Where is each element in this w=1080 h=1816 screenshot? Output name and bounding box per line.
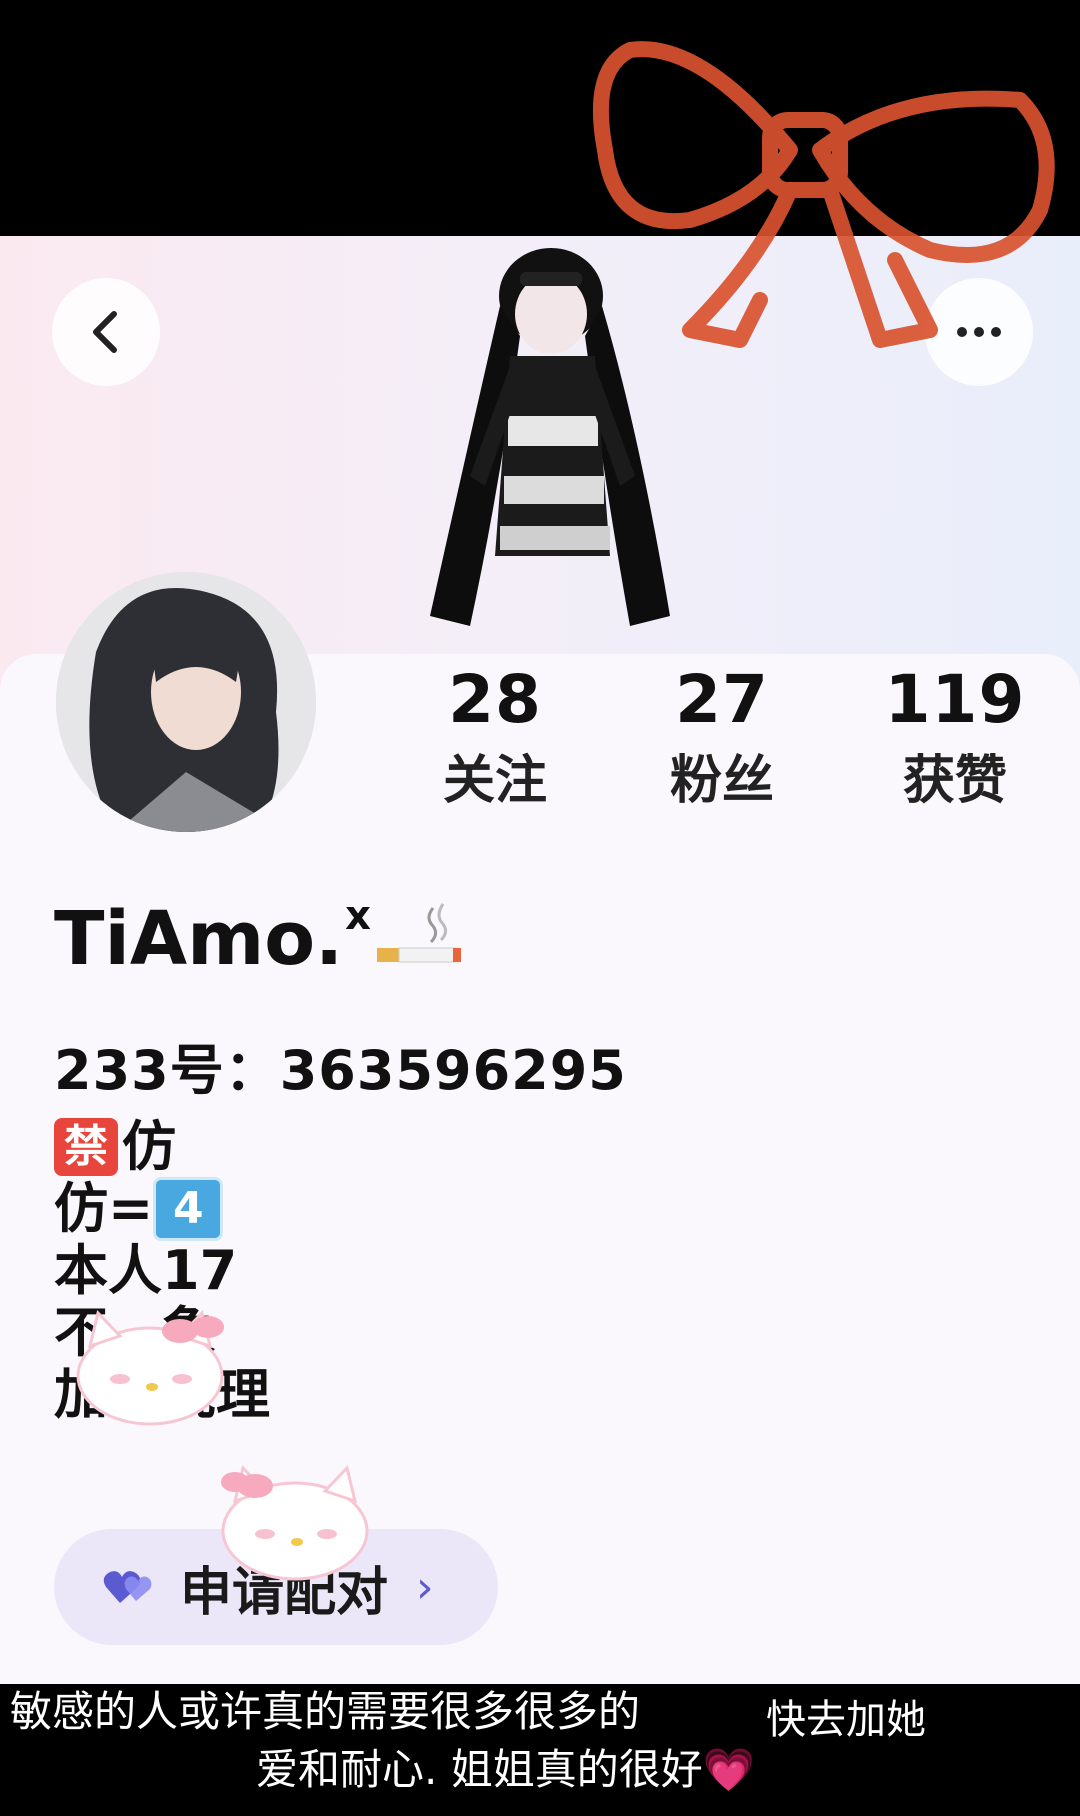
stat-followers[interactable]: 27 粉丝 (637, 660, 807, 816)
bio-line-1: 禁 仿 (54, 1116, 270, 1178)
following-label: 关注 (442, 751, 547, 811)
ban-emoji-icon: 禁 (54, 1118, 118, 1176)
stat-following[interactable]: 28 关注 (410, 660, 580, 816)
caption-line-3: 爱和耐心. 姐姐真的很好💗 (256, 1745, 755, 1794)
username-sup: x (345, 893, 371, 939)
followers-count: 27 (675, 661, 769, 738)
chevron-right-icon: › (416, 1561, 434, 1613)
avatar[interactable] (56, 572, 316, 832)
kitty-sticker-2-icon (221, 1464, 369, 1581)
username: TiAmo. x (54, 896, 463, 982)
keycap-four-icon: 4 (153, 1177, 224, 1241)
video-caption: 敏感的人或许真的需要很多很多的 快去加她 爱和耐心. 姐姐真的很好💗 (0, 1684, 1080, 1816)
caption-line-2: 快去加她 (766, 1697, 926, 1743)
kitty-sticker-1-icon (76, 1309, 224, 1426)
bio-line-3: 本人17 (54, 1239, 238, 1302)
caption-line-1: 敏感的人或许真的需要很多很多的 (10, 1687, 641, 1736)
profile-page: 28 关注 27 粉丝 119 获赞 TiAmo. x 233号：3635962… (0, 236, 1080, 1684)
user-id: 233号：363596295 (54, 1039, 627, 1102)
username-text: TiAmo. (54, 896, 344, 982)
bio-line-2-text: 仿= (54, 1177, 154, 1240)
double-heart-icon (103, 1571, 152, 1603)
followers-label: 粉丝 (669, 751, 774, 811)
bow-drawing-icon (592, 41, 1055, 348)
likes-label: 获赞 (902, 751, 1007, 811)
stat-likes[interactable]: 119 获赞 (870, 660, 1040, 816)
likes-count: 119 (884, 661, 1026, 738)
bio-line-1-text: 仿 (122, 1115, 176, 1178)
avatar-photo (56, 572, 316, 832)
bio-line-2: 仿= 4 (54, 1177, 270, 1241)
cigarette-icon (376, 903, 461, 963)
following-count: 28 (448, 661, 542, 738)
